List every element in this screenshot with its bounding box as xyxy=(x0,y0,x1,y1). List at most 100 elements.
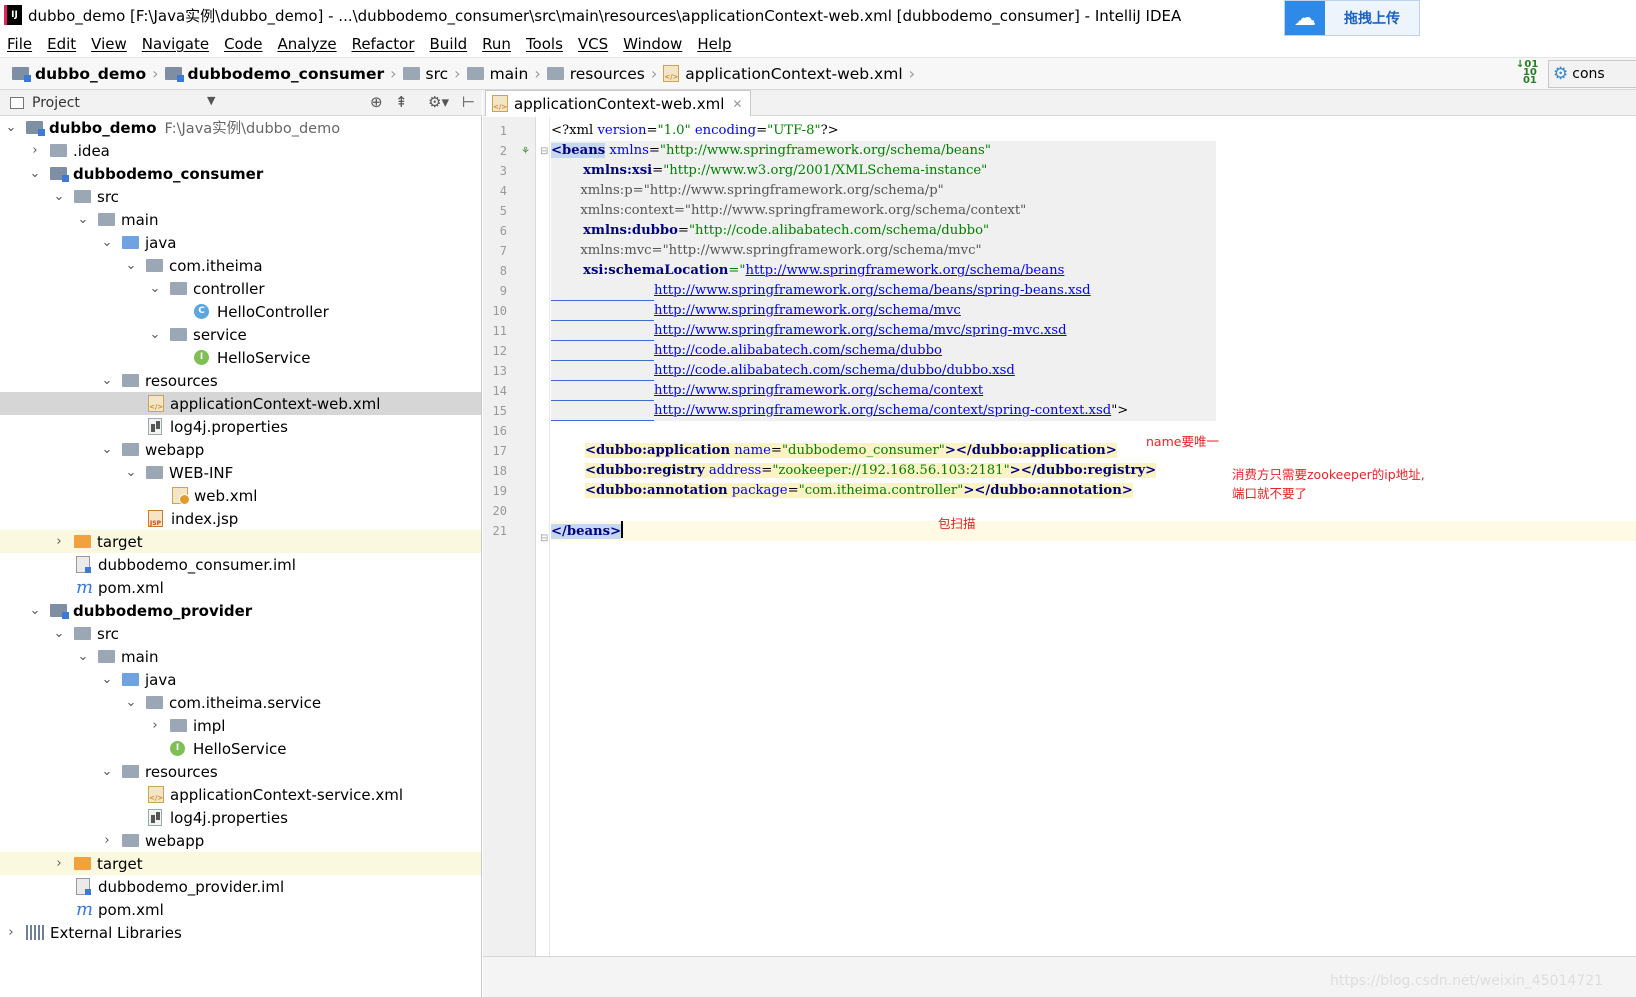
code-line-15[interactable]: http://www.springframework.org/schema/co… xyxy=(654,401,1128,421)
gear-icon[interactable]: ⚙▾ xyxy=(428,93,449,111)
chevron-down-icon[interactable]: ⌄ xyxy=(124,258,138,273)
tree-item[interactable]: ⌄ service xyxy=(0,323,481,346)
breadcrumb-resources[interactable]: resources › xyxy=(546,64,657,83)
tree-item[interactable]: ⌄ java xyxy=(0,668,481,691)
hide-panel-icon[interactable]: ⊢ xyxy=(462,93,475,111)
menu-file[interactable]: File xyxy=(7,35,32,53)
spring-bean-icon[interactable]: ⚘ xyxy=(521,146,535,160)
chevron-right-icon[interactable]: › xyxy=(28,143,42,158)
tree-item[interactable]: I HelloService xyxy=(0,737,481,760)
chevron-down-icon[interactable]: ⌄ xyxy=(52,189,66,204)
tree-item[interactable]: applicationContext-service.xml xyxy=(0,783,481,806)
tree-item[interactable]: dubbodemo_provider.iml xyxy=(0,875,481,898)
menu-help[interactable]: Help xyxy=(697,35,731,53)
tree-item[interactable]: ⌄ controller xyxy=(0,277,481,300)
chevron-down-icon[interactable]: ⌄ xyxy=(100,672,114,687)
tree-item[interactable]: ⌄ src xyxy=(0,622,481,645)
tree-item[interactable]: ⌄ resources xyxy=(0,369,481,392)
code-line-11[interactable]: http://www.springframework.org/schema/mv… xyxy=(654,321,1067,341)
chevron-down-icon[interactable]: ⌄ xyxy=(76,212,90,227)
tree-item[interactable]: m pom.xml xyxy=(0,898,481,921)
chevron-right-icon[interactable]: › xyxy=(52,856,66,871)
tree-item[interactable]: › External Libraries xyxy=(0,921,481,944)
chevron-down-icon[interactable]: ⌄ xyxy=(100,373,114,388)
tree-item[interactable]: ⌄ main xyxy=(0,208,481,231)
code-line-5[interactable]: xmlns:context="http://www.springframewor… xyxy=(551,201,1026,221)
chevron-down-icon[interactable]: ⌄ xyxy=(28,166,42,181)
chevron-right-icon[interactable]: › xyxy=(100,833,114,848)
menu-run[interactable]: Run xyxy=(482,35,511,53)
tree-item[interactable]: web.xml xyxy=(0,484,481,507)
menu-edit[interactable]: Edit xyxy=(47,35,76,53)
tree-item[interactable]: › .idea xyxy=(0,139,481,162)
chevron-down-icon[interactable]: ⌄ xyxy=(148,327,162,342)
breadcrumb-project[interactable]: dubbo_demo › xyxy=(12,64,159,83)
tree-item[interactable]: JSP index.jsp xyxy=(0,507,481,530)
code-line-8[interactable]: xsi:schemaLocation="http://www.springfra… xyxy=(551,261,1064,281)
tree-item[interactable]: › target xyxy=(0,530,481,553)
code-line-7[interactable]: xmlns:mvc="http://www.springframework.or… xyxy=(551,241,981,261)
code-line-21[interactable]: </beans> xyxy=(551,521,624,541)
code-line-3[interactable]: xmlns:xsi="http://www.w3.org/2001/XMLSch… xyxy=(551,161,987,181)
chevron-down-icon[interactable]: ⌄ xyxy=(52,626,66,641)
code-line-14[interactable]: http://www.springframework.org/schema/co… xyxy=(654,381,983,401)
collapse-all-icon[interactable]: ⇞ xyxy=(395,93,408,111)
tree-item[interactable]: ⌄ webapp xyxy=(0,438,481,461)
project-panel-title[interactable]: Project xyxy=(32,95,80,111)
tree-item[interactable]: ⌄ WEB-INF xyxy=(0,461,481,484)
chevron-down-icon[interactable]: ⌄ xyxy=(124,465,138,480)
code-line-2[interactable]: <beans xmlns="http://www.springframework… xyxy=(551,141,991,161)
chevron-down-icon[interactable]: ⌄ xyxy=(28,603,42,618)
fold-icon[interactable]: ⊟ xyxy=(540,533,548,544)
code-line-12[interactable]: http://code.alibabatech.com/schema/dubbo xyxy=(654,341,942,361)
tree-item[interactable]: › impl xyxy=(0,714,481,737)
code-line-17[interactable]: <dubbo:application name="dubbodemo_consu… xyxy=(585,441,1117,461)
tree-item[interactable]: I HelloService xyxy=(0,346,481,369)
tab-applicationcontext-web-xml[interactable]: applicationContext-web.xml ✕ xyxy=(485,90,752,116)
chevron-down-icon[interactable]: ⌄ xyxy=(100,442,114,457)
tree-item[interactable]: ⌄ dubbo_demo F:\Java实例\dubbo_demo xyxy=(0,116,481,139)
chevron-down-icon[interactable]: ⌄ xyxy=(124,695,138,710)
code-line-1[interactable]: <?xml version="1.0" encoding="UTF-8"?> xyxy=(551,121,839,141)
chevron-down-icon[interactable]: ⌄ xyxy=(76,649,90,664)
chevron-down-icon[interactable]: ▼ xyxy=(207,94,215,107)
tree-item[interactable]: C HelloController xyxy=(0,300,481,323)
breadcrumb-file[interactable]: applicationContext-web.xml› xyxy=(663,64,915,83)
tree-item[interactable]: ⌄ java xyxy=(0,231,481,254)
menu-refactor[interactable]: Refactor xyxy=(352,35,415,53)
tree-item[interactable]: ⌄ com.itheima.service xyxy=(0,691,481,714)
tree-item[interactable]: ⌄ src xyxy=(0,185,481,208)
tree-item[interactable]: ⌄ dubbodemo_provider xyxy=(0,599,481,622)
tree-item[interactable]: m pom.xml xyxy=(0,576,481,599)
chevron-right-icon[interactable]: › xyxy=(4,925,18,940)
tree-item[interactable]: ⌄ dubbodemo_consumer xyxy=(0,162,481,185)
code-line-4[interactable]: xmlns:p="http://www.springframework.org/… xyxy=(551,181,943,201)
close-icon[interactable]: ✕ xyxy=(732,97,742,111)
tree-item[interactable]: dubbodemo_consumer.iml xyxy=(0,553,481,576)
locate-icon[interactable]: ⊕ xyxy=(370,93,383,111)
tree-item[interactable]: log4j.properties xyxy=(0,415,481,438)
chevron-right-icon[interactable]: › xyxy=(148,718,162,733)
code-line-9[interactable]: http://www.springframework.org/schema/be… xyxy=(654,281,1091,301)
menu-window[interactable]: Window xyxy=(623,35,682,53)
chevron-down-icon[interactable]: ⌄ xyxy=(100,764,114,779)
code-line-10[interactable]: http://www.springframework.org/schema/mv… xyxy=(654,301,961,321)
menu-vcs[interactable]: VCS xyxy=(578,35,608,53)
code-line-18[interactable]: <dubbo:registry address="zookeeper://192… xyxy=(585,461,1157,481)
menu-code[interactable]: Code xyxy=(224,35,262,53)
chevron-down-icon[interactable]: ⌄ xyxy=(148,281,162,296)
chevron-down-icon[interactable]: ⌄ xyxy=(4,120,18,135)
menu-view[interactable]: View xyxy=(91,35,127,53)
menu-navigate[interactable]: Navigate xyxy=(142,35,209,53)
menu-build[interactable]: Build xyxy=(430,35,468,53)
code-line-6[interactable]: xmlns:dubbo="http://code.alibabatech.com… xyxy=(551,221,989,241)
binary-sort-icon[interactable]: ↓01 10 01 xyxy=(1516,60,1538,86)
breadcrumb-module[interactable]: dubbodemo_consumer › xyxy=(164,64,397,83)
tree-item-selected[interactable]: applicationContext-web.xml xyxy=(0,392,481,415)
code-line-13[interactable]: http://code.alibabatech.com/schema/dubbo… xyxy=(654,361,1015,381)
menu-analyze[interactable]: Analyze xyxy=(277,35,336,53)
fold-icon[interactable]: ⊟ xyxy=(540,146,548,157)
breadcrumb-main[interactable]: main › xyxy=(466,64,541,83)
run-configuration-selector[interactable]: ⚙ cons xyxy=(1548,60,1636,88)
chevron-down-icon[interactable]: ⌄ xyxy=(100,235,114,250)
